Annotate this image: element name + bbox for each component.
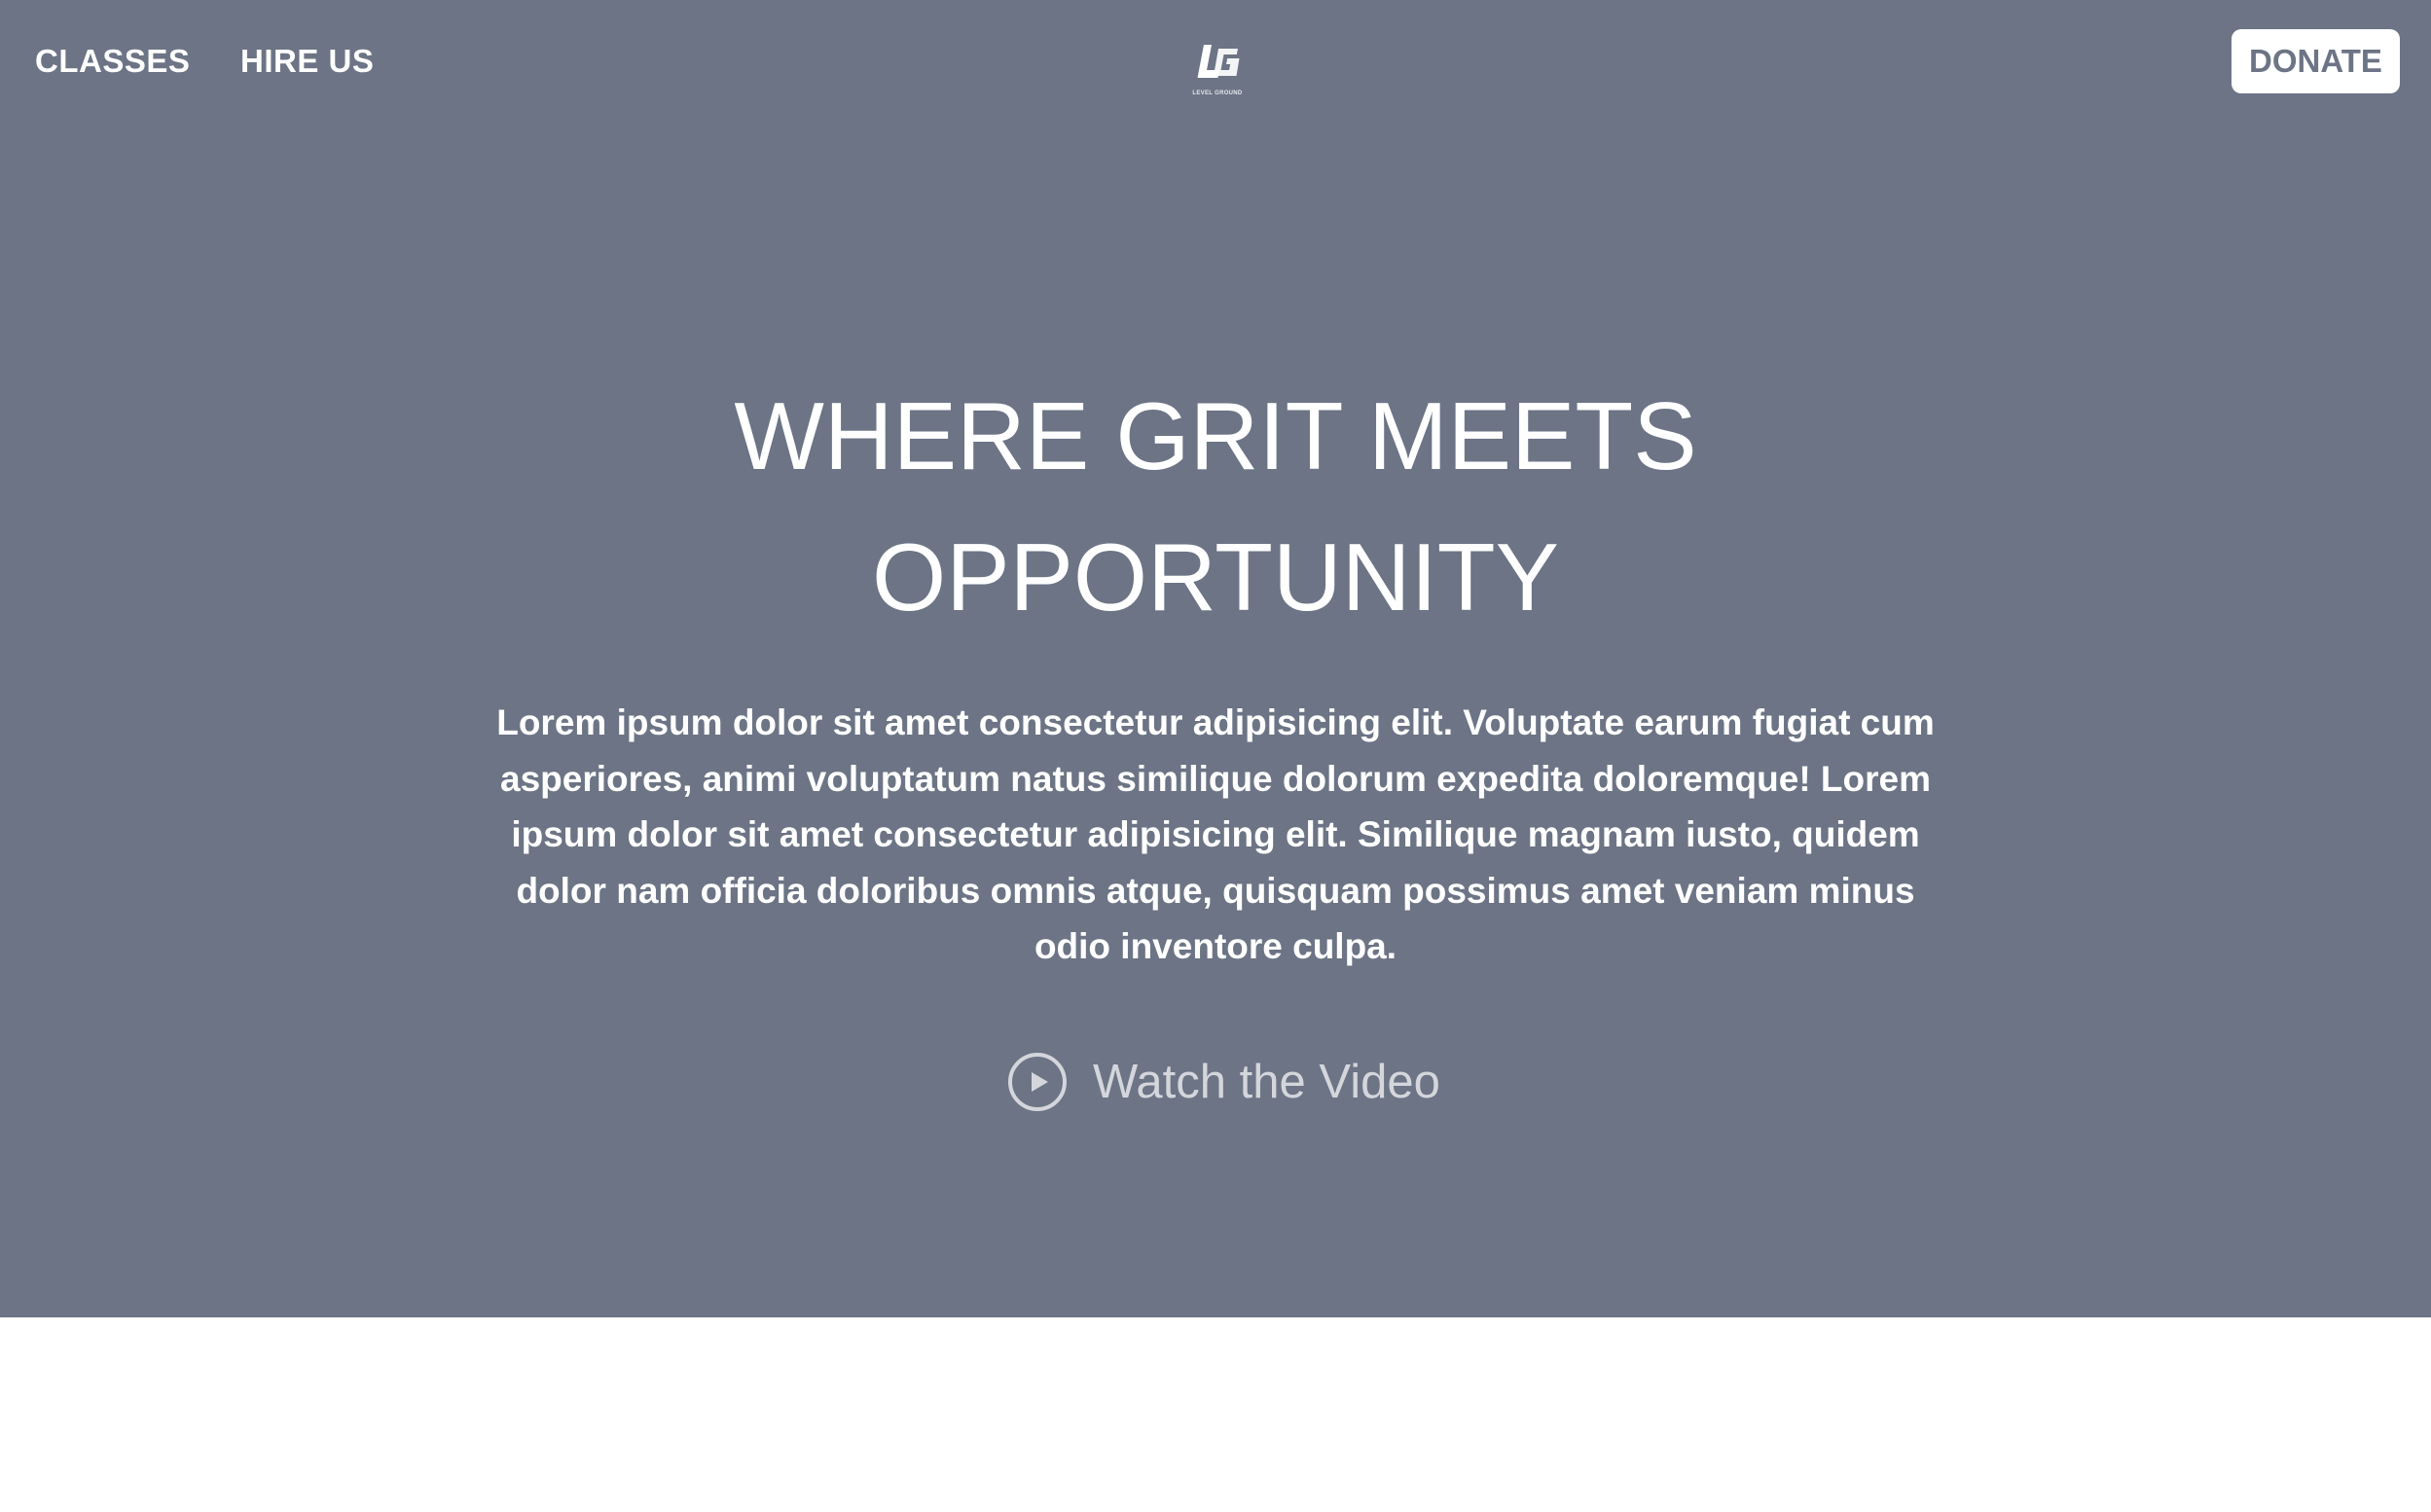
logo-mark-icon [1197, 45, 1240, 78]
logo-caption: LEVEL GROUND [1192, 90, 1243, 96]
donate-button[interactable]: DONATE [2231, 29, 2400, 93]
nav-hire-us-link[interactable]: HIRE US [240, 43, 374, 80]
nav-classes-link[interactable]: CLASSES [35, 43, 190, 80]
level-ground-logo[interactable]: LEVEL GROUND [1192, 39, 1243, 105]
hero-title-line-1: WHERE GRIT MEETS [734, 382, 1697, 489]
hero-section: CLASSES HIRE US LEVEL GROUND DONATE WHER… [0, 0, 2431, 1317]
hero-title-line-2: OPPORTUNITY [871, 523, 1560, 630]
watch-video-label: Watch the Video [1093, 1056, 1440, 1108]
play-circle-icon [1008, 1053, 1067, 1111]
hero-description: Lorem ipsum dolor sit amet consectetur a… [496, 702, 1935, 966]
watch-video-link[interactable]: Watch the Video [1007, 1051, 1440, 1113]
hero-title: WHERE GRIT MEETS OPPORTUNITY [0, 366, 2431, 648]
